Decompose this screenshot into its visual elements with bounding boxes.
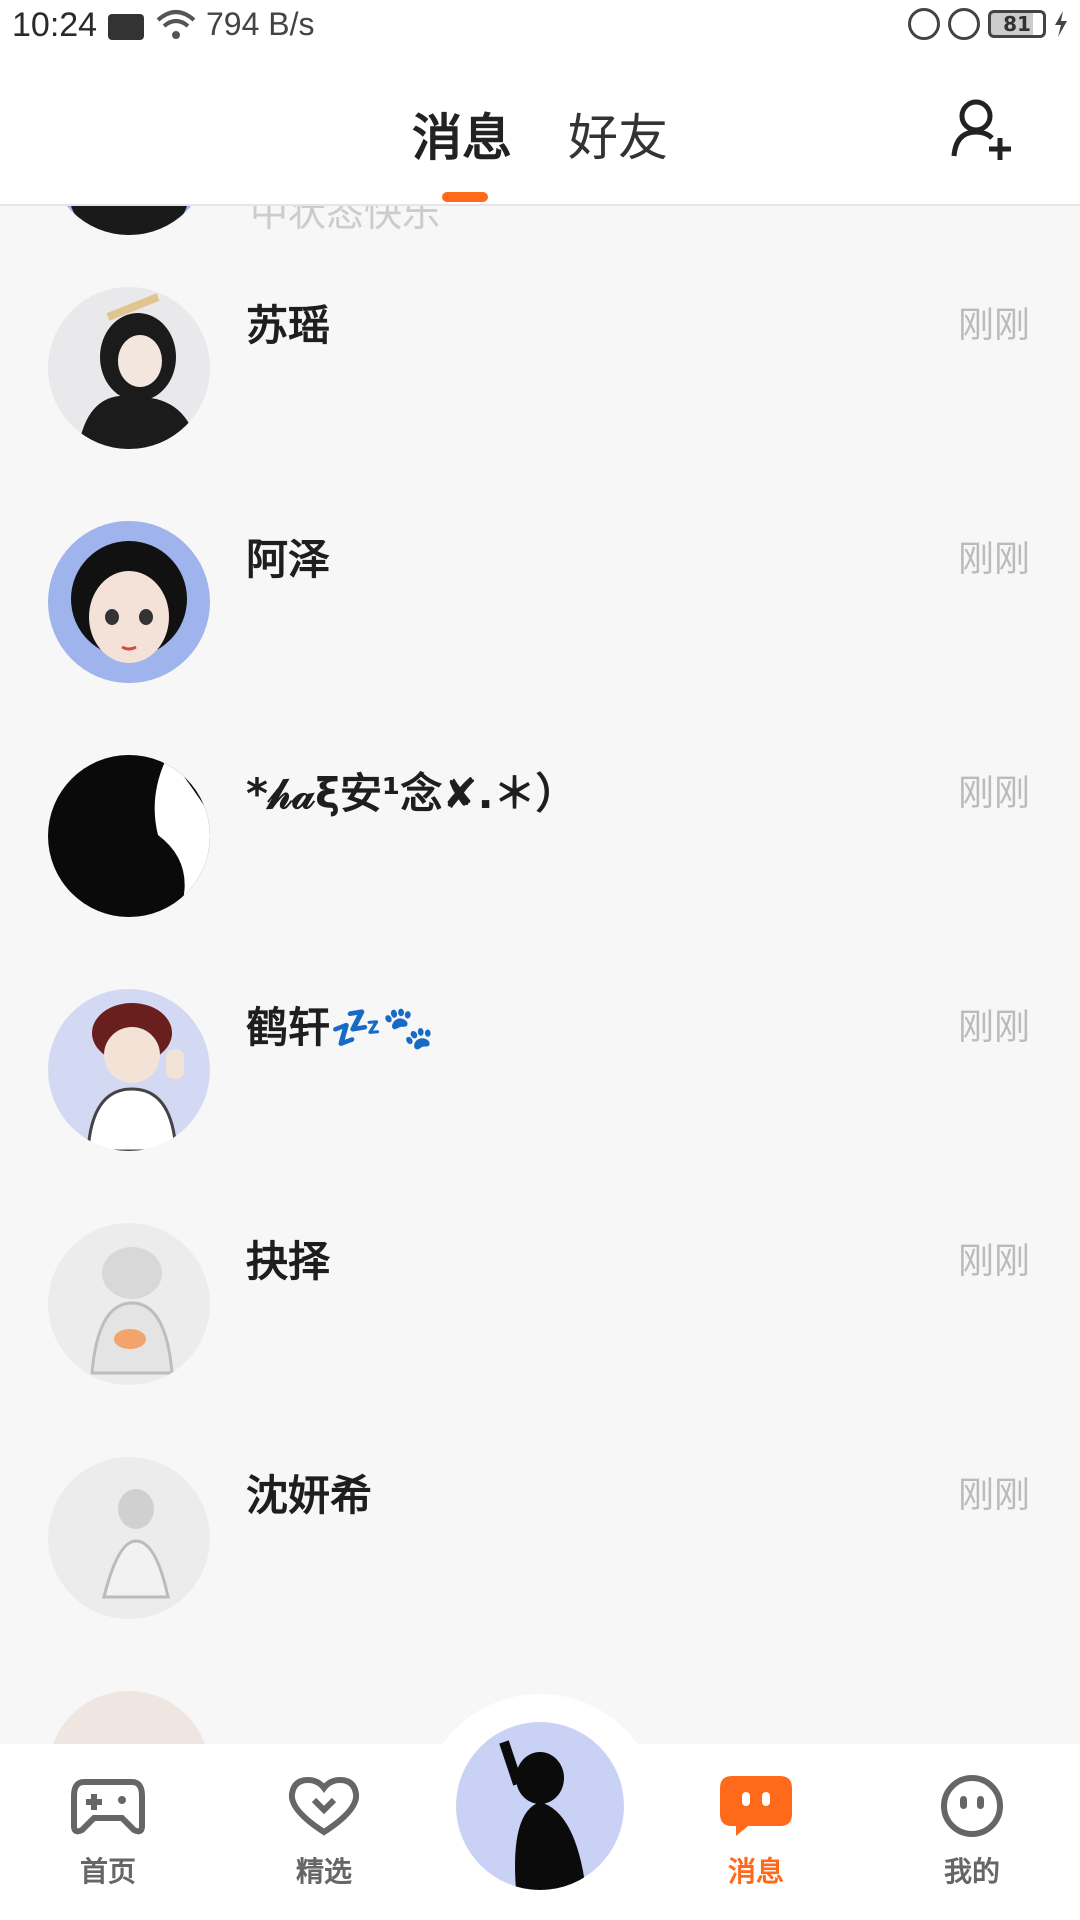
rotation-lock-icon [908,8,940,40]
message-time: 刚刚 [957,1007,1030,1048]
avatar [48,1457,210,1619]
avatar-figure-icon [102,1489,170,1599]
wifi-icon [156,10,196,39]
heart-icon [288,1776,360,1836]
tab-friends[interactable]: 好友 [568,98,668,170]
avatar [48,1223,210,1385]
message-time: 刚刚 [957,305,1030,346]
list-item[interactable]: 鹤轩💤🐾 刚刚 [0,932,1080,1166]
notification-x-icon [108,14,144,40]
network-speed: 794 B/s [206,6,315,42]
contact-name: 抉择 [246,1237,331,1286]
nav-messages-label: 消息 [727,1855,784,1888]
avatar [48,287,210,449]
list-item[interactable]: 阿泽 刚刚 [0,464,1080,698]
smiley-face-icon [941,1775,1003,1837]
message-time: 刚刚 [957,1241,1030,1282]
message-time: 刚刚 [957,773,1030,814]
charging-icon [1055,11,1067,37]
avatar-figure-icon [71,541,187,663]
status-icons: 81 [908,8,1068,40]
nav-featured-label: 精选 [295,1855,352,1888]
nav-featured[interactable]: 精选 [254,1774,394,1890]
avatar [48,1691,210,1744]
tab-messages[interactable]: 消息 [412,98,512,170]
contact-name: *𝒽𝒶ξ安¹念✘.＊） [246,769,578,818]
active-tab-indicator [442,192,488,202]
list-item[interactable]: *𝒽𝒶ξ安¹念✘.＊） 刚刚 [0,698,1080,932]
center-avatar-button[interactable] [456,1722,624,1890]
conversation-list: 中状态快乐 苏瑶 刚刚 阿泽 刚刚 *𝒽𝒶ξ安¹念✘.＊） 刚刚 鹤轩💤🐾 刚刚… [0,206,1080,1744]
avatar-silhouette-icon [499,1740,586,1890]
avatar [48,755,210,917]
battery-indicator: 81 [988,10,1046,38]
list-item[interactable]: 沈妍希 刚刚 [0,1400,1080,1634]
avatar-figure-icon [78,293,198,449]
contact-name: 苏瑶 [246,301,331,350]
status-bar: 10:24 794 B/s 81 [0,0,1080,58]
contact-name: 沈妍希 [246,1471,373,1520]
avatar-figure-icon [86,1003,184,1151]
nav-home-label: 首页 [79,1855,136,1888]
nav-profile-label: 我的 [943,1855,1000,1888]
nav-messages[interactable]: 消息 [686,1774,826,1890]
header: 消息 好友 [0,58,1080,206]
list-item[interactable]: 抉择 刚刚 [0,1166,1080,1400]
message-time: 刚刚 [957,1475,1030,1516]
alarm-icon [948,8,980,40]
nav-home[interactable]: 首页 [38,1774,178,1890]
message-bubble-icon [720,1776,792,1836]
message-time: 刚刚 [957,539,1030,580]
avatar [48,989,210,1151]
add-friend-icon[interactable] [950,96,1016,162]
status-time: 10:24 [12,6,98,44]
list-item[interactable]: 苏瑶 刚刚 [0,230,1080,464]
contact-name: 阿泽 [246,535,331,584]
avatar-figure-icon [154,755,210,917]
nav-profile[interactable]: 我的 [902,1774,1042,1890]
gamepad-icon [71,1779,145,1835]
contact-name: 鹤轩💤🐾 [246,1003,435,1052]
avatar [48,521,210,683]
avatar-figure-icon [90,1247,174,1375]
